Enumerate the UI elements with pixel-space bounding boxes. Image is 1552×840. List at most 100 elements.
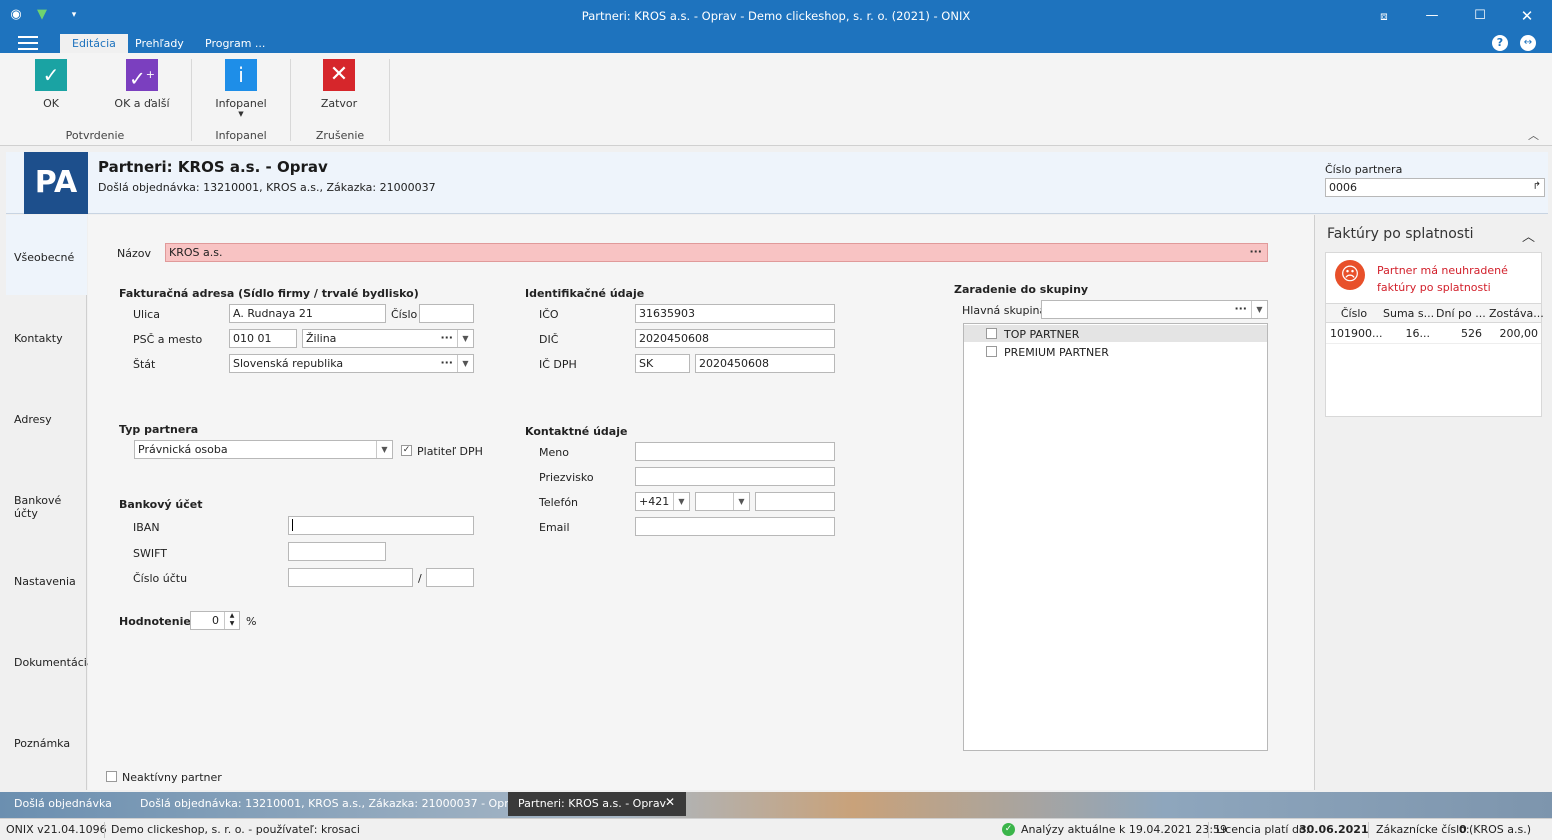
help-icon[interactable]: ? bbox=[1492, 35, 1508, 51]
chevron-up-icon[interactable]: ︿ bbox=[1522, 226, 1535, 245]
license-date: 30.06.2021 bbox=[1299, 823, 1369, 836]
nav-nastavenia[interactable]: Nastavenia bbox=[6, 539, 86, 619]
group-checkbox-top[interactable] bbox=[986, 328, 997, 339]
collapse-ribbon-icon[interactable]: ︿ bbox=[1528, 127, 1539, 143]
edit-arrow-icon[interactable]: ↱ bbox=[1533, 180, 1541, 193]
ico-label: IČO bbox=[539, 308, 559, 321]
menu-bar: Editácia Prehľady Program ... ? ↔ bbox=[0, 31, 1552, 53]
number-field[interactable] bbox=[419, 304, 474, 323]
col-zostava[interactable]: Zostáva... bbox=[1489, 307, 1544, 320]
main-group-select[interactable]: ··· ▼ bbox=[1041, 300, 1268, 319]
nav-bankove-ucty[interactable]: Bankové účty bbox=[6, 458, 86, 538]
state-select[interactable]: Slovenská republika ··· ▼ bbox=[229, 354, 474, 373]
group-label-confirm: Potvrdenie bbox=[65, 129, 125, 142]
more-options-icon[interactable]: ··· bbox=[1234, 301, 1247, 316]
nav-vseobecne[interactable]: Všeobecné bbox=[6, 215, 87, 295]
ok-button[interactable]: ✓ OK bbox=[22, 59, 80, 110]
chevron-down-icon[interactable]: ▼ bbox=[457, 355, 473, 372]
cell-zostava: 200,00 bbox=[1499, 327, 1539, 340]
partner-type-value: Právnická osoba bbox=[138, 443, 228, 456]
analyzy-text[interactable]: Analýzy aktuálne k 19.04.2021 23:59 bbox=[1021, 823, 1227, 836]
text-cursor bbox=[292, 519, 293, 531]
chevron-down-icon[interactable]: ▼ bbox=[733, 493, 749, 510]
swift-field[interactable] bbox=[288, 542, 386, 561]
account-number-label: Číslo účtu bbox=[133, 572, 188, 585]
maximize-button[interactable]: ☐ bbox=[1469, 6, 1491, 26]
contact-heading: Kontaktné údaje bbox=[525, 425, 628, 438]
meno-field[interactable] bbox=[635, 442, 835, 461]
table-header: Číslo Suma s... Dní po ... Zostáva... bbox=[1326, 303, 1544, 323]
close-tab-icon[interactable]: ✕ bbox=[665, 795, 675, 809]
tab-program[interactable]: Program ... bbox=[193, 34, 277, 53]
street-field[interactable]: A. Rudnaya 21 bbox=[229, 304, 386, 323]
window-tab-partner-label: Partneri: KROS a.s. - Oprav bbox=[518, 797, 667, 810]
zip-city-label: PSČ a mesto bbox=[133, 333, 203, 346]
tab-editacia[interactable]: Editácia bbox=[60, 34, 128, 53]
checkmark-plus-icon: ✓+ bbox=[126, 59, 158, 91]
billing-address-heading: Fakturačná adresa (Sídlo firmy / trvalé … bbox=[119, 287, 419, 300]
table-row[interactable]: 101900... 16... 526 200,00 bbox=[1326, 323, 1541, 344]
nav-poznamka[interactable]: Poznámka bbox=[6, 701, 86, 781]
group-list: TOP PARTNER PREMIUM PARTNER bbox=[963, 323, 1268, 751]
hamburger-menu-icon[interactable] bbox=[18, 36, 38, 50]
minimize-button[interactable]: — bbox=[1421, 6, 1443, 26]
partner-number-value: 0006 bbox=[1329, 181, 1357, 194]
chevron-down-icon[interactable]: ▼ bbox=[376, 441, 392, 458]
tab-prehlady[interactable]: Prehľady bbox=[123, 34, 196, 53]
chevron-down-icon[interactable]: ▼ bbox=[673, 493, 689, 510]
nav-kontakty[interactable]: Kontakty bbox=[6, 296, 86, 376]
icdph-prefix-field[interactable]: SK bbox=[635, 354, 690, 373]
infopanel-button[interactable]: i Infopanel ▼ bbox=[210, 59, 272, 118]
remote-support-icon[interactable]: ↔ bbox=[1520, 35, 1536, 51]
phone-number-field[interactable] bbox=[755, 492, 835, 511]
email-field[interactable] bbox=[635, 517, 835, 536]
close-button[interactable]: ✕ Zatvor bbox=[310, 59, 368, 110]
window-tab-partner[interactable]: Partneri: KROS a.s. - Oprav ✕ bbox=[508, 792, 686, 816]
account-number-field[interactable] bbox=[288, 568, 413, 587]
chevron-down-icon[interactable]: ▼ bbox=[1251, 301, 1267, 318]
iban-field[interactable] bbox=[288, 516, 474, 535]
close-window-button[interactable]: ✕ bbox=[1516, 6, 1538, 26]
dic-field[interactable]: 2020450608 bbox=[635, 329, 835, 348]
col-dni-po[interactable]: Dní po ... bbox=[1436, 307, 1486, 320]
partner-number-field[interactable]: 0006 ↱ bbox=[1325, 178, 1545, 197]
nav-adresy[interactable]: Adresy bbox=[6, 377, 86, 457]
more-options-icon[interactable]: ··· bbox=[1249, 244, 1262, 259]
page-title: Partneri: KROS a.s. - Oprav bbox=[98, 158, 328, 176]
phone-area-select[interactable]: ▼ bbox=[695, 492, 750, 511]
name-field[interactable]: KROS a.s. ··· bbox=[165, 243, 1268, 262]
window-tab-orders[interactable]: Došlá objednávka bbox=[14, 797, 112, 810]
spinner-arrows-icon[interactable]: ▲ ▼ bbox=[224, 612, 239, 629]
sad-face-icon: ☹ bbox=[1335, 260, 1365, 290]
customer-number: 0 bbox=[1459, 823, 1467, 836]
col-cislo[interactable]: Číslo bbox=[1332, 307, 1376, 320]
more-options-icon[interactable]: ··· bbox=[440, 355, 453, 370]
vat-payer-checkbox[interactable]: ✓ bbox=[401, 445, 412, 456]
group-label-cancel: Zrušenie bbox=[315, 129, 365, 142]
telefon-label: Telefón bbox=[539, 496, 579, 509]
col-suma[interactable]: Suma s... bbox=[1383, 307, 1434, 320]
nav-dokumentacia[interactable]: Dokumentácia bbox=[6, 620, 94, 700]
icdph-field[interactable]: 2020450608 bbox=[695, 354, 835, 373]
inactive-partner-checkbox[interactable] bbox=[106, 771, 117, 782]
more-options-icon[interactable]: ··· bbox=[440, 330, 453, 345]
rating-stepper[interactable]: 0 ▲ ▼ bbox=[190, 611, 240, 630]
bank-code-field[interactable] bbox=[426, 568, 474, 587]
info-icon: i bbox=[225, 59, 257, 91]
partner-type-select[interactable]: Právnická osoba ▼ bbox=[134, 440, 393, 459]
phone-prefix-select[interactable]: +421 ▼ bbox=[635, 492, 690, 511]
cell-suma: 16... bbox=[1405, 327, 1431, 340]
priezvisko-field[interactable] bbox=[635, 467, 835, 486]
window-tab-order-detail[interactable]: Došlá objednávka: 13210001, KROS a.s., Z… bbox=[140, 797, 522, 810]
status-bar: ONIX v21.04.1096 Demo clickeshop, s. r. … bbox=[0, 818, 1552, 840]
title-bar: ◉ ▼ ▾ Partneri: KROS a.s. - Oprav - Demo… bbox=[0, 0, 1552, 31]
user-text: Demo clickeshop, s. r. o. - používateľ: … bbox=[111, 823, 360, 836]
chevron-down-icon[interactable]: ▼ bbox=[457, 330, 473, 347]
city-select[interactable]: Žilina ··· ▼ bbox=[302, 329, 474, 348]
restore-layout-icon[interactable]: ⧈ bbox=[1373, 6, 1395, 26]
group-checkbox-premium[interactable] bbox=[986, 346, 997, 357]
ico-field[interactable]: 31635903 bbox=[635, 304, 835, 323]
zip-field[interactable]: 010 01 bbox=[229, 329, 297, 348]
ok-next-button[interactable]: ✓+ OK a ďalší bbox=[108, 59, 176, 110]
partner-type-heading: Typ partnera bbox=[119, 423, 199, 436]
